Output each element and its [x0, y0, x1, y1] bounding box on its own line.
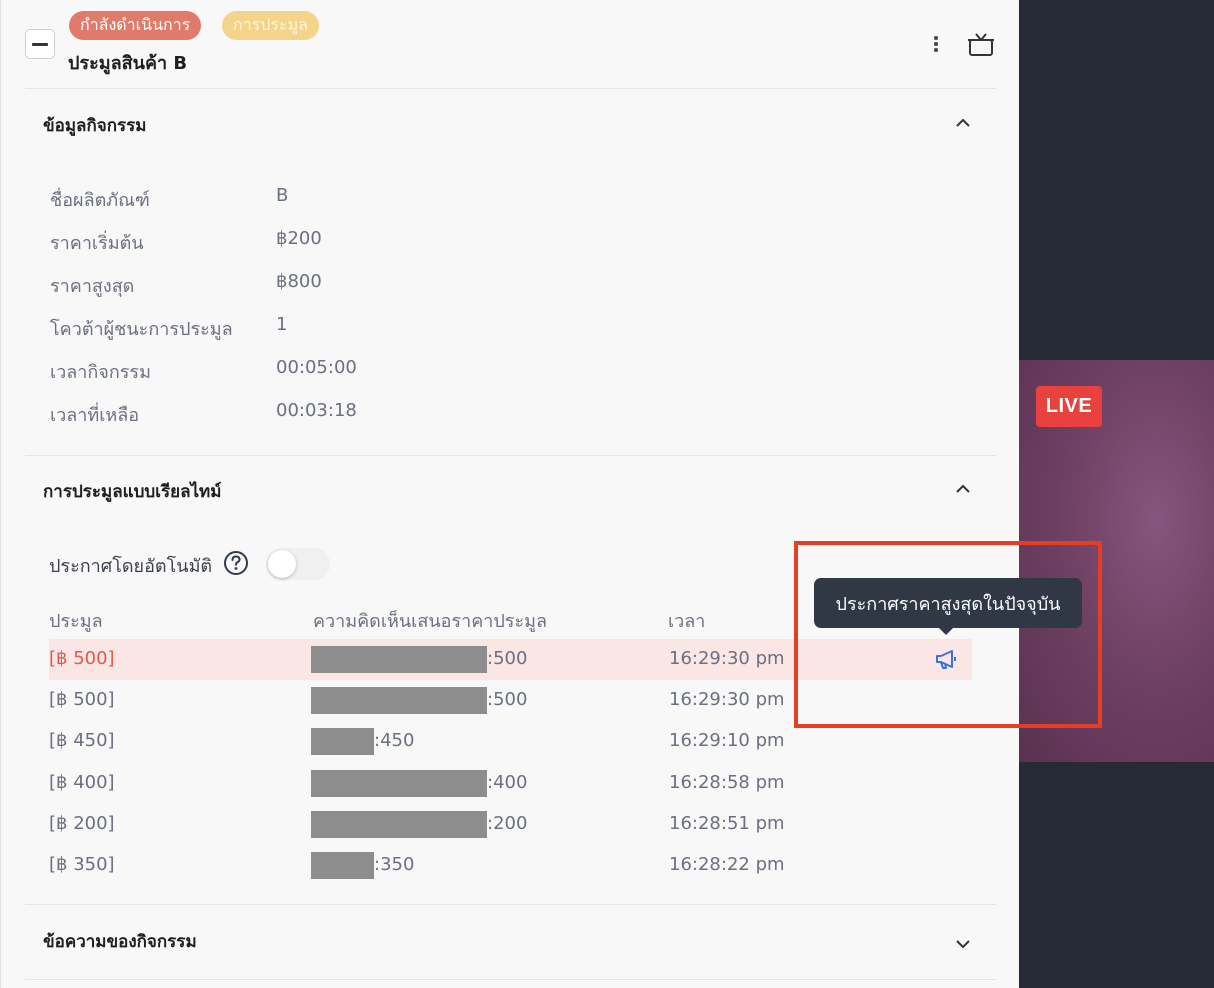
redacted-username [311, 646, 487, 673]
bid-amount: [฿ 350] [49, 854, 115, 875]
activity-panel: กำลังดำเนินการ การประมูล ประมูลสินค้า B … [0, 0, 1019, 988]
bid-amount: [฿ 400] [49, 772, 115, 793]
column-header-time: เวลา [668, 611, 706, 632]
redacted-username [311, 687, 487, 714]
minus-icon [32, 42, 48, 46]
auto-announce-toggle[interactable] [266, 548, 330, 580]
info-value: 00:05:00 [276, 357, 357, 378]
more-vertical-icon[interactable] [926, 34, 946, 54]
info-value: B [276, 185, 289, 206]
collapse-button[interactable] [25, 29, 55, 59]
bid-amount: [฿ 450] [49, 730, 115, 751]
bid-time: 16:29:30 pm [669, 689, 785, 710]
highlight-box [794, 541, 1102, 728]
info-label: เวลากิจกรรม [50, 362, 151, 383]
bid-amount: [฿ 200] [49, 813, 115, 834]
bid-comment: :200 [487, 813, 528, 834]
divider [25, 904, 996, 905]
auto-announce-label: ประกาศโดยอัตโนมัติ [49, 556, 213, 577]
bid-comment: :500 [487, 648, 528, 669]
page-title: ประมูลสินค้า B [68, 53, 188, 74]
info-label: ชื่อผลิตภัณฑ์ [50, 190, 150, 211]
live-badge: LIVE [1036, 386, 1102, 427]
help-icon[interactable] [223, 550, 249, 576]
info-label: โควต้าผู้ชนะการประมูล [50, 319, 233, 340]
chevron-up-icon[interactable] [954, 117, 972, 129]
redacted-username [311, 728, 374, 755]
type-badge: การประมูล [222, 11, 319, 40]
redacted-username [311, 770, 487, 797]
status-badge: กำลังดำเนินการ [69, 11, 202, 40]
bid-comment: :500 [487, 689, 528, 710]
table-row: [฿ 350] :350 16:28:22 pm [49, 845, 972, 886]
column-header-comment: ความคิดเห็นเสนอราคาประมูล [313, 611, 548, 632]
bid-time: 16:28:51 pm [669, 813, 785, 834]
bid-time: 16:28:22 pm [669, 854, 785, 875]
divider [25, 88, 996, 89]
bid-time: 16:28:58 pm [669, 772, 785, 793]
bid-comment: :400 [487, 772, 528, 793]
activity-info-title: ข้อมูลกิจกรรม [43, 116, 147, 136]
toggle-knob [268, 550, 296, 578]
info-label: ราคาสูงสุด [50, 276, 135, 297]
bid-comment: :450 [374, 730, 415, 751]
bid-comment: :350 [374, 854, 415, 875]
realtime-auction-title: การประมูลแบบเรียลไทม์ [43, 482, 222, 502]
table-row: [฿ 200] :200 16:28:51 pm [49, 804, 972, 845]
divider [25, 455, 996, 456]
info-value: 1 [276, 314, 288, 335]
bid-amount: [฿ 500] [49, 648, 115, 669]
activity-messages-title: ข้อความของกิจกรรม [43, 932, 197, 952]
chevron-up-icon[interactable] [954, 483, 972, 495]
bid-time: 16:29:10 pm [669, 730, 785, 751]
gift-box-icon[interactable] [967, 31, 995, 57]
bid-amount: [฿ 500] [49, 689, 115, 710]
info-label: เวลาที่เหลือ [50, 405, 140, 426]
bid-time: 16:29:30 pm [669, 648, 785, 669]
divider [25, 979, 996, 980]
chevron-down-icon[interactable] [954, 938, 972, 950]
redacted-username [311, 852, 374, 879]
info-value: ฿800 [276, 271, 322, 292]
column-header-bid: ประมูล [49, 611, 103, 632]
table-row: [฿ 400] :400 16:28:58 pm [49, 763, 972, 804]
info-value: 00:03:18 [276, 400, 357, 421]
redacted-username [311, 811, 487, 838]
info-label: ราคาเริ่มต้น [50, 233, 144, 254]
info-value: ฿200 [276, 228, 322, 249]
